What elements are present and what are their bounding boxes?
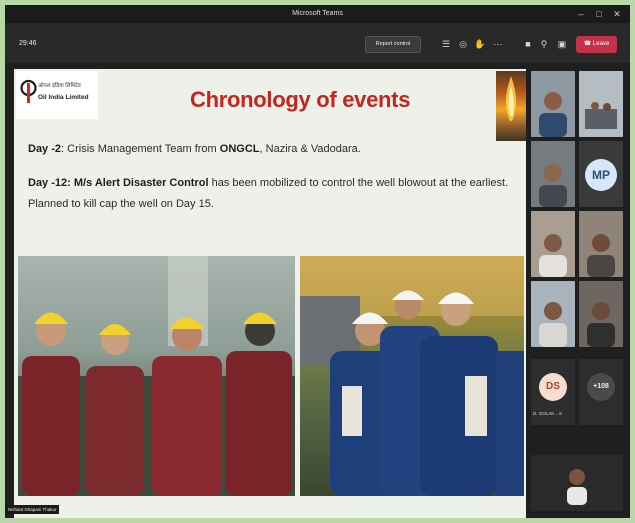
slide-title: Chronology of events	[190, 87, 411, 112]
leave-button[interactable]: ☎ Leave	[576, 36, 617, 53]
slide-line-3: Planned to kill cap the well on Day 15.	[28, 198, 214, 210]
participant-tile[interactable]	[579, 71, 623, 137]
participant-tile[interactable]	[531, 141, 575, 207]
maximize-icon[interactable]: □	[593, 8, 605, 20]
slide-line-1: Day -2: Crisis Management Team from ONGC…	[28, 141, 361, 158]
participant-tile[interactable]	[579, 211, 623, 277]
participant-tile[interactable]: MP	[579, 141, 623, 207]
participant-tile[interactable]: DS D. GOLAK... 8	[531, 359, 575, 425]
chat-icon[interactable]: ☰	[439, 37, 453, 51]
participant-tile[interactable]	[531, 71, 575, 137]
shared-slide: ऑयल इंडिया लिमिटेड Oil India Limited Chr…	[14, 69, 526, 518]
participant-tile[interactable]	[531, 281, 575, 347]
window-title: Microsoft Teams	[292, 10, 343, 17]
meeting-stage: ऑयल इंडिया लिमिटेड Oil India Limited Chr…	[5, 63, 630, 518]
presenter-name-tag: Nishant Dhapani Thakur	[5, 505, 60, 514]
meeting-toolbar: 29:46 Report control ☰ ◎ ✋ ⋯ ■ ⚲ ▣ ☎ Lea…	[5, 23, 630, 63]
participant-avatar-mp: MP	[585, 159, 617, 191]
title-bar: Microsoft Teams – □ ✕	[5, 5, 630, 23]
leave-label: Leave	[592, 41, 610, 47]
report-control-button[interactable]: Report control	[365, 36, 421, 53]
self-view-tile[interactable]	[531, 455, 623, 511]
camera-icon[interactable]: ■	[521, 37, 535, 51]
oil-drop-logo-icon	[20, 79, 37, 103]
flame-thumbnail	[496, 71, 526, 141]
participant-tile[interactable]	[579, 281, 623, 347]
workers-photo-left	[18, 256, 295, 496]
more-participants-tile[interactable]: +108	[579, 359, 623, 425]
line1-tail: , Nazira & Vadodara.	[259, 143, 361, 155]
minimize-icon[interactable]: –	[575, 8, 587, 20]
overflow-count-badge: +108	[587, 373, 615, 401]
logo-hindi-text: ऑयल इंडिया लिमिटेड	[38, 83, 81, 89]
oil-india-logo: ऑयल इंडिया लिमिटेड Oil India Limited	[16, 71, 98, 119]
logo-company-name: Oil India Limited	[38, 94, 89, 101]
participant-tile[interactable]	[531, 211, 575, 277]
line2-text: has been mobilized to control the well b…	[208, 177, 509, 189]
meeting-timer: 29:46	[19, 40, 37, 47]
raise-hand-icon[interactable]: ✋	[473, 37, 487, 51]
participant-name-ds: D. GOLAK... 8	[533, 411, 562, 416]
participant-avatar-ds: DS	[539, 373, 567, 401]
phone-icon: ☎	[583, 41, 593, 47]
participants-icon[interactable]: ◎	[456, 37, 470, 51]
workers-photo-right	[300, 256, 524, 496]
microphone-icon[interactable]: ⚲	[537, 37, 551, 51]
line2-day: Day -12: M/s Alert Disaster Control	[28, 177, 209, 189]
close-icon[interactable]: ✕	[611, 8, 623, 20]
line1-org: ONGCL	[219, 143, 260, 155]
teams-window: Microsoft Teams – □ ✕ 29:46 Report contr…	[5, 5, 630, 518]
slide-line-2: Day -12: M/s Alert Disaster Control has …	[28, 175, 508, 192]
more-actions-icon[interactable]: ⋯	[491, 37, 505, 51]
line1-text: : Crisis Management Team from	[61, 143, 220, 155]
share-screen-icon[interactable]: ▣	[555, 37, 569, 51]
line1-day: Day -2	[28, 143, 62, 155]
